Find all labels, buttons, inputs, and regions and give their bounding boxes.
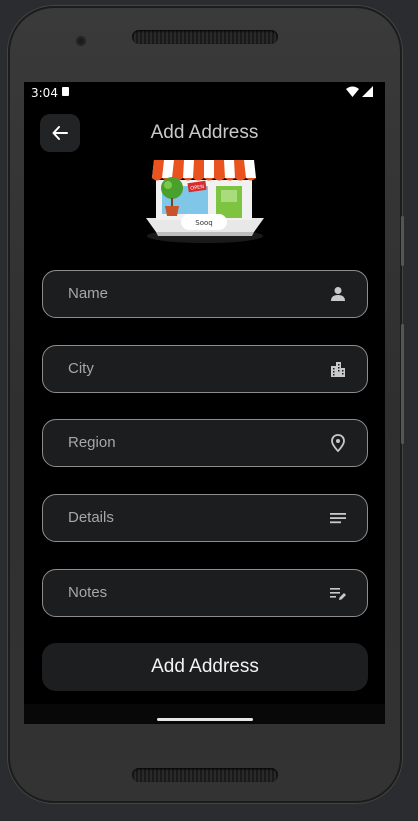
bottom-speaker: [132, 768, 278, 782]
top-speaker: [132, 30, 278, 44]
status-time: 3:04: [31, 86, 58, 100]
region-field-label: Region: [68, 434, 116, 451]
details-field[interactable]: Details: [42, 494, 368, 542]
front-camera: [76, 36, 86, 46]
person-icon: [331, 287, 345, 301]
store-illustration: OPEN Sooq: [146, 160, 264, 243]
sim-icon: [62, 87, 69, 96]
home-indicator[interactable]: [157, 718, 253, 721]
city-field-label: City: [68, 360, 94, 377]
store-sign-text: Sooq: [195, 219, 212, 227]
phone-frame: 3:04 Add Address OPEN Sooq Name City Reg…: [8, 6, 404, 803]
notes-field-label: Notes: [68, 584, 108, 601]
wifi-icon: [346, 86, 359, 97]
volume-button: [401, 216, 404, 266]
notes-field[interactable]: Notes: [42, 569, 368, 617]
edit-notes-icon: [330, 588, 346, 600]
screen: 3:04 Add Address OPEN Sooq Name City Reg…: [24, 82, 385, 724]
region-field[interactable]: Region: [42, 419, 368, 467]
status-bar: 3:04: [24, 82, 385, 104]
power-button: [401, 324, 404, 444]
location-pin-icon: [331, 434, 345, 453]
city-icon: [331, 362, 345, 377]
add-address-button[interactable]: Add Address: [42, 643, 368, 691]
name-field-label: Name: [68, 285, 109, 302]
signal-icon: [362, 86, 373, 97]
details-field-label: Details: [68, 509, 114, 526]
city-field[interactable]: City: [42, 345, 368, 393]
details-lines-icon: [330, 513, 346, 524]
name-field[interactable]: Name: [42, 270, 368, 318]
gesture-nav-area: [24, 704, 385, 724]
page-title: Add Address: [150, 122, 259, 143]
